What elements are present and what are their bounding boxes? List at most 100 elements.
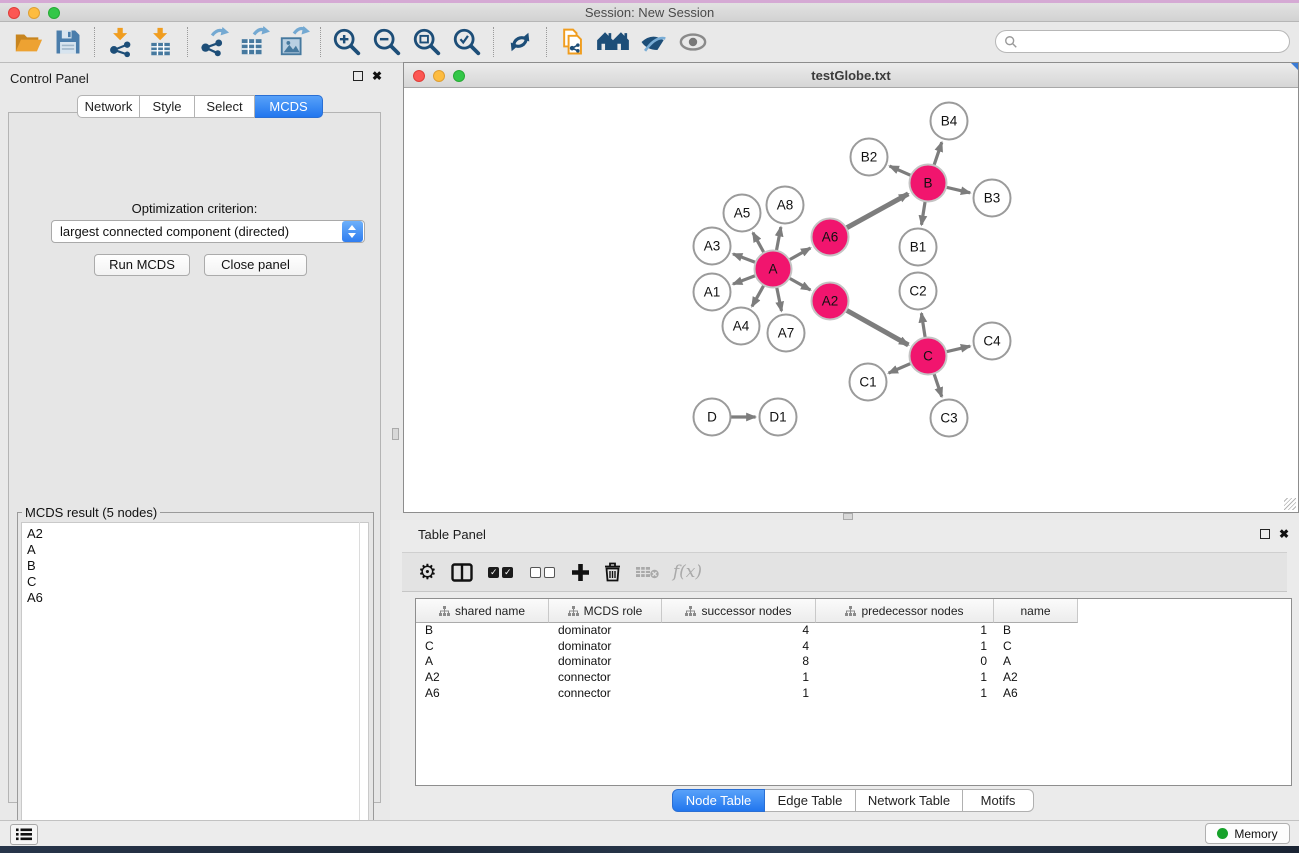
minimize-window-button[interactable] [28, 7, 40, 19]
graph-node-B1[interactable]: B1 [900, 229, 937, 266]
graph-node-A8[interactable]: A8 [767, 187, 804, 224]
close-panel-button[interactable]: Close panel [204, 254, 307, 276]
cell-MCDS-role[interactable]: dominator [549, 654, 662, 670]
refresh-button[interactable] [500, 24, 540, 60]
zoom-in-button[interactable] [327, 24, 367, 60]
task-history-button[interactable] [10, 824, 38, 845]
export-table-button[interactable] [234, 24, 274, 60]
horizontal-splitter-handle[interactable] [843, 513, 853, 520]
memory-button[interactable]: Memory [1205, 823, 1290, 844]
cell-shared-name[interactable]: A [416, 654, 549, 670]
search-input[interactable] [1018, 35, 1281, 49]
home-layout-button[interactable] [593, 24, 633, 60]
graph-node-A4[interactable]: A4 [723, 308, 760, 345]
cell-MCDS-role[interactable]: connector [549, 670, 662, 686]
zoom-window-button[interactable] [48, 7, 60, 19]
import-network-button[interactable] [101, 24, 141, 60]
cell-predecessor-nodes[interactable]: 1 [816, 639, 994, 655]
tab-mcds[interactable]: MCDS [255, 95, 323, 118]
cell-successor-nodes[interactable]: 4 [662, 639, 816, 655]
graph-node-C4[interactable]: C4 [974, 323, 1011, 360]
column-header-successor-nodes[interactable]: successor nodes [662, 599, 816, 623]
deselect-all-columns-button[interactable] [529, 557, 557, 587]
hide-others-button[interactable] [633, 24, 673, 60]
cell-MCDS-role[interactable]: dominator [549, 639, 662, 655]
cell-MCDS-role[interactable]: dominator [549, 623, 662, 639]
mcds-result-item[interactable]: A [27, 542, 368, 558]
mcds-result-item[interactable]: A6 [27, 590, 368, 606]
search-box[interactable] [995, 30, 1290, 53]
table-row[interactable]: A6connector11A6 [416, 686, 1291, 702]
graph-node-A5[interactable]: A5 [724, 195, 761, 232]
cell-name[interactable]: A2 [994, 670, 1078, 686]
graph-node-C1[interactable]: C1 [850, 364, 887, 401]
graph-node-C3[interactable]: C3 [931, 400, 968, 437]
close-panel-icon[interactable]: ✖ [372, 71, 382, 81]
column-header-shared-name[interactable]: shared name [416, 599, 549, 623]
zoom-fit-button[interactable] [407, 24, 447, 60]
cell-name[interactable]: A6 [994, 686, 1078, 702]
cell-shared-name[interactable]: B [416, 623, 549, 639]
graph-node-D[interactable]: D [694, 399, 731, 436]
table-row[interactable]: Adominator80A [416, 654, 1291, 670]
cell-MCDS-role[interactable]: connector [549, 686, 662, 702]
mcds-result-item[interactable]: C [27, 574, 368, 590]
export-network-button[interactable] [194, 24, 234, 60]
zoom-out-button[interactable] [367, 24, 407, 60]
column-header-predecessor-nodes[interactable]: predecessor nodes [816, 599, 994, 623]
graph-node-A3[interactable]: A3 [694, 228, 731, 265]
show-all-button[interactable] [673, 24, 713, 60]
column-header-name[interactable]: name [994, 599, 1078, 623]
graph-node-B2[interactable]: B2 [851, 139, 888, 176]
graph-node-B4[interactable]: B4 [931, 103, 968, 140]
cell-successor-nodes[interactable]: 1 [662, 670, 816, 686]
cell-successor-nodes[interactable]: 1 [662, 686, 816, 702]
graph-node-C2[interactable]: C2 [900, 273, 937, 310]
zoom-selected-button[interactable] [447, 24, 487, 60]
mcds-result-item[interactable]: A2 [27, 526, 368, 542]
float-table-panel-icon[interactable] [1260, 529, 1270, 539]
graph-node-A[interactable]: A [755, 251, 792, 288]
network-window-titlebar[interactable]: testGlobe.txt [404, 63, 1298, 88]
cell-predecessor-nodes[interactable]: 1 [816, 623, 994, 639]
create-column-button[interactable] [571, 557, 590, 587]
graph-node-A2[interactable]: A2 [812, 283, 849, 320]
network-zoom-button[interactable] [453, 70, 465, 82]
cell-shared-name[interactable]: A2 [416, 670, 549, 686]
import-table-button[interactable] [141, 24, 181, 60]
cell-successor-nodes[interactable]: 4 [662, 623, 816, 639]
graph-node-D1[interactable]: D1 [760, 399, 797, 436]
cell-predecessor-nodes[interactable]: 0 [816, 654, 994, 670]
graph-node-B3[interactable]: B3 [974, 180, 1011, 217]
mcds-result-item[interactable]: B [27, 558, 368, 574]
graph-node-A1[interactable]: A1 [694, 274, 731, 311]
cell-shared-name[interactable]: A6 [416, 686, 549, 702]
export-image-button[interactable] [274, 24, 314, 60]
select-all-columns-button[interactable]: ✓✓ [487, 557, 515, 587]
table-row[interactable]: Bdominator41B [416, 623, 1291, 639]
table-row[interactable]: A2connector11A2 [416, 670, 1291, 686]
column-browser-button[interactable] [451, 557, 473, 587]
tab-node-table[interactable]: Node Table [672, 789, 765, 812]
column-header-MCDS-role[interactable]: MCDS role [549, 599, 662, 623]
tab-style[interactable]: Style [140, 95, 195, 118]
close-window-button[interactable] [8, 7, 20, 19]
network-minimize-button[interactable] [433, 70, 445, 82]
save-session-button[interactable] [48, 24, 88, 60]
clone-network-button[interactable] [553, 24, 593, 60]
graph-node-B[interactable]: B [910, 165, 947, 202]
cell-predecessor-nodes[interactable]: 1 [816, 686, 994, 702]
optimization-criterion-select[interactable]: largest connected component (directed) [51, 220, 365, 243]
list-scrollbar[interactable] [359, 522, 360, 852]
tab-network[interactable]: Network [77, 95, 140, 118]
tab-select[interactable]: Select [195, 95, 255, 118]
float-panel-icon[interactable] [353, 71, 363, 81]
cell-name[interactable]: B [994, 623, 1078, 639]
open-file-button[interactable] [8, 24, 48, 60]
delete-column-button[interactable] [604, 557, 621, 587]
tab-motifs[interactable]: Motifs [963, 789, 1034, 812]
table-options-button[interactable]: ⚙ [418, 557, 437, 587]
network-canvas[interactable]: AA1A2A3A4A5A6A7A8BB1B2B3B4CC1C2C3C4DD1 [405, 88, 1297, 511]
cell-name[interactable]: C [994, 639, 1078, 655]
resize-grip[interactable] [1284, 498, 1296, 510]
